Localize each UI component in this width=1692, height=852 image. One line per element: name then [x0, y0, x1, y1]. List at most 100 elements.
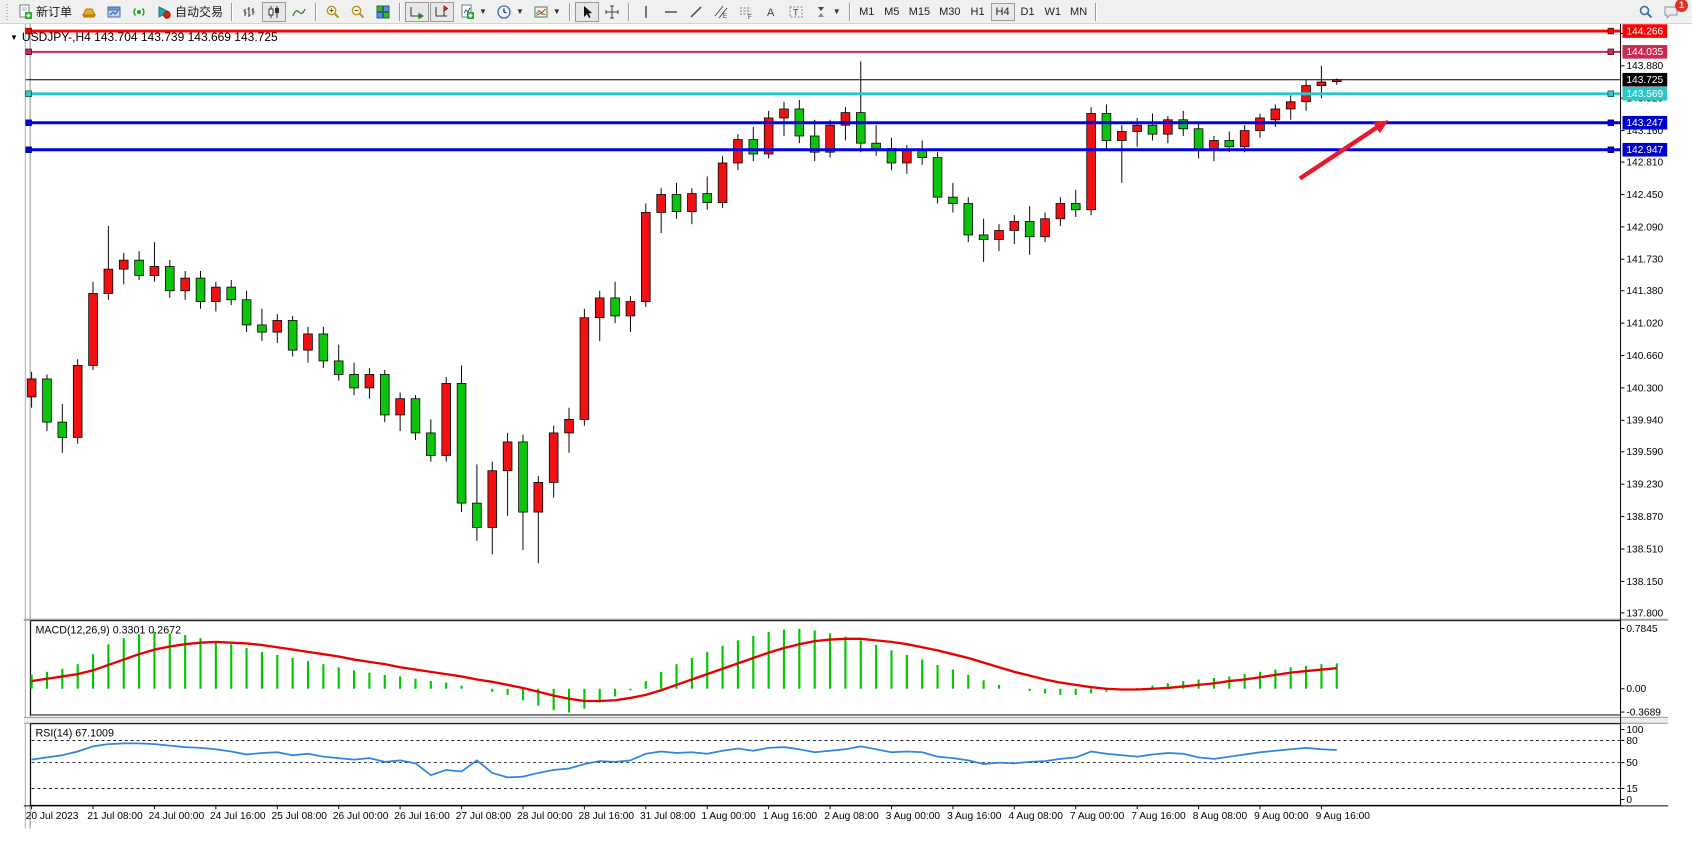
- arrows-dropdown[interactable]: ▼: [809, 2, 845, 22]
- timeframe-w1[interactable]: W1: [1041, 3, 1066, 21]
- arrows-icon: [813, 4, 829, 20]
- svg-text:142.450: 142.450: [1626, 190, 1663, 201]
- bar-chart-button[interactable]: [237, 2, 261, 22]
- toolbar-grip[interactable]: [5, 4, 10, 20]
- svg-text:8 Aug 08:00: 8 Aug 08:00: [1193, 811, 1248, 822]
- svg-text:T: T: [793, 7, 799, 17]
- chevron-down-icon: ▼: [833, 7, 841, 16]
- chevron-down-icon: ▼: [553, 7, 561, 16]
- svg-text:15: 15: [1626, 784, 1638, 795]
- timeframe-h1[interactable]: H1: [966, 3, 990, 21]
- svg-text:24 Jul 00:00: 24 Jul 00:00: [149, 811, 205, 822]
- cursor-button[interactable]: [575, 2, 599, 22]
- svg-text:0.7845: 0.7845: [1626, 624, 1657, 635]
- svg-text:A: A: [767, 7, 775, 19]
- svg-text:1 Aug 16:00: 1 Aug 16:00: [763, 811, 818, 822]
- hline-144.035[interactable]: 144.035: [26, 45, 1667, 59]
- svg-text:141.730: 141.730: [1626, 255, 1663, 266]
- line-chart-button[interactable]: [287, 2, 311, 22]
- svg-text:142.947: 142.947: [1626, 145, 1663, 156]
- auto-scroll-button[interactable]: [405, 2, 429, 22]
- svg-text:31 Jul 08:00: 31 Jul 08:00: [640, 811, 696, 822]
- crosshair-icon: [604, 4, 620, 20]
- indicators-icon: [459, 4, 475, 20]
- svg-text:7 Aug 16:00: 7 Aug 16:00: [1131, 811, 1186, 822]
- svg-text:141.380: 141.380: [1626, 286, 1663, 297]
- hline-143.725[interactable]: 143.725: [26, 73, 1667, 87]
- notifications-button[interactable]: 1: [1659, 2, 1683, 22]
- fibonacci-button[interactable]: F: [734, 2, 758, 22]
- text-button[interactable]: A: [759, 2, 783, 22]
- svg-text:143.247: 143.247: [1626, 118, 1663, 129]
- crosshair-button[interactable]: [600, 2, 624, 22]
- horizontal-line-button[interactable]: [659, 2, 683, 22]
- svg-text:7 Aug 00:00: 7 Aug 00:00: [1070, 811, 1125, 822]
- svg-text:3 Aug 00:00: 3 Aug 00:00: [886, 811, 941, 822]
- svg-text:141.020: 141.020: [1626, 319, 1663, 330]
- periods-dropdown[interactable]: ▼: [492, 2, 528, 22]
- chart-dropdown-icon[interactable]: ▼: [10, 33, 18, 42]
- chevron-down-icon: ▼: [516, 7, 524, 16]
- signals-button[interactable]: [127, 2, 151, 22]
- chart-canvas[interactable]: 144.240143.880143.520143.160142.810142.4…: [0, 24, 1692, 852]
- timeframe-m5[interactable]: M5: [880, 3, 904, 21]
- svg-text:143.725: 143.725: [1626, 75, 1663, 86]
- search-button[interactable]: [1634, 2, 1658, 22]
- svg-text:139.590: 139.590: [1626, 447, 1663, 458]
- profile-button[interactable]: [77, 2, 101, 22]
- profile-icon: [81, 4, 97, 20]
- text-label-button[interactable]: T: [784, 2, 808, 22]
- text-icon: A: [763, 4, 779, 20]
- hline-143.569[interactable]: 143.569: [26, 87, 1667, 101]
- auto-trading-button[interactable]: 自动交易: [152, 2, 227, 22]
- svg-text:26 Jul 16:00: 26 Jul 16:00: [394, 811, 450, 822]
- svg-text:138.150: 138.150: [1626, 577, 1663, 588]
- templates-dropdown[interactable]: ▼: [529, 2, 565, 22]
- macd-pane[interactable]: 0.78450.00-0.3689MACD(12,26,9) 0.3301 0.…: [31, 621, 1662, 719]
- trendline-button[interactable]: [684, 2, 708, 22]
- tile-windows-button[interactable]: [371, 2, 395, 22]
- timeframe-h4[interactable]: H4: [991, 3, 1015, 21]
- auto-trading-label: 自动交易: [175, 3, 223, 20]
- trendline-icon: [688, 4, 704, 20]
- timeframe-d1[interactable]: D1: [1016, 3, 1040, 21]
- hline-142.947[interactable]: 142.947: [26, 143, 1667, 157]
- time-axis[interactable]: 20 Jul 202321 Jul 08:0024 Jul 00:0024 Ju…: [24, 806, 1668, 822]
- svg-text:139.940: 139.940: [1626, 416, 1663, 427]
- vertical-line-button[interactable]: [634, 2, 658, 22]
- chart-window[interactable]: ▼ USDJPY-,H4 143.704 143.739 143.669 143…: [0, 24, 1692, 852]
- timeframe-m15[interactable]: M15: [905, 3, 934, 21]
- candlestick-button[interactable]: [262, 2, 286, 22]
- svg-text:100: 100: [1626, 725, 1643, 736]
- equidistant-channel-button[interactable]: E: [709, 2, 733, 22]
- svg-text:3 Aug 16:00: 3 Aug 16:00: [947, 811, 1002, 822]
- chevron-down-icon: ▼: [479, 7, 487, 16]
- rsi-pane[interactable]: 1008050150RSI(14) 67.1009: [31, 724, 1644, 806]
- svg-text:27 Jul 08:00: 27 Jul 08:00: [456, 811, 512, 822]
- svg-text:1 Aug 00:00: 1 Aug 00:00: [701, 811, 756, 822]
- chart-shift-button[interactable]: [430, 2, 454, 22]
- svg-text:143.569: 143.569: [1626, 89, 1663, 100]
- svg-text:E: E: [723, 14, 727, 20]
- svg-text:20 Jul 2023: 20 Jul 2023: [26, 811, 79, 822]
- timeframe-m1[interactable]: M1: [855, 3, 879, 21]
- svg-text:144.035: 144.035: [1626, 47, 1663, 58]
- new-order-button[interactable]: 新订单: [13, 2, 76, 22]
- zoom-out-button[interactable]: [346, 2, 370, 22]
- timeframe-m30[interactable]: M30: [935, 3, 964, 21]
- main-toolbar: 新订单 自动交易: [0, 0, 1692, 24]
- search-icon: [1638, 4, 1654, 20]
- svg-text:24 Jul 16:00: 24 Jul 16:00: [210, 811, 266, 822]
- timeframe-mn[interactable]: MN: [1066, 3, 1091, 21]
- svg-text:142.090: 142.090: [1626, 222, 1663, 233]
- new-order-label: 新订单: [36, 3, 72, 20]
- text-label-icon: T: [788, 4, 804, 20]
- cursor-icon: [579, 4, 595, 20]
- toolbar-separator: [849, 3, 851, 21]
- candles-layer: [27, 61, 1341, 563]
- charts-window-button[interactable]: [102, 2, 126, 22]
- auto-scroll-icon: [409, 4, 425, 20]
- zoom-in-button[interactable]: [321, 2, 345, 22]
- svg-text:140.660: 140.660: [1626, 351, 1663, 362]
- indicators-dropdown[interactable]: ▼: [455, 2, 491, 22]
